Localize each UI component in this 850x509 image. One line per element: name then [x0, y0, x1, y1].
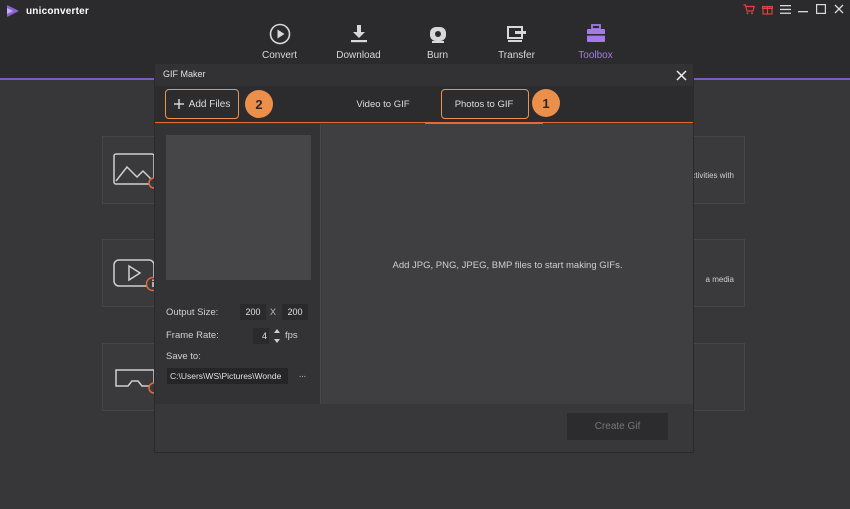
nav-burn[interactable]: Burn — [398, 22, 477, 61]
main-nav: Convert Download Burn Transfer Toolbox — [240, 22, 635, 61]
toolbox-card-text: ctivities with — [691, 171, 734, 180]
dialog-title-bar: GIF Maker — [155, 64, 693, 86]
browse-button[interactable]: ··· — [295, 368, 309, 384]
close-window-icon[interactable] — [832, 2, 846, 16]
output-size-label: Output Size: — [166, 307, 219, 318]
size-separator: X — [270, 307, 277, 317]
nav-convert-label: Convert — [261, 50, 297, 61]
menu-icon[interactable] — [778, 2, 792, 16]
frame-rate-label: Frame Rate: — [166, 330, 219, 341]
window-controls — [742, 2, 846, 16]
nav-download-label: Download — [336, 50, 381, 61]
nav-burn-label: Burn — [426, 50, 449, 61]
image-tool-icon — [113, 153, 159, 189]
settings-panel: Output Size: 200 X 200 Frame Rate: 4 fps… — [155, 124, 321, 404]
minimize-icon[interactable] — [796, 2, 810, 16]
convert-icon — [268, 22, 292, 46]
gif-preview — [166, 135, 311, 280]
save-to-label: Save to: — [166, 351, 201, 362]
toolbox-icon — [584, 22, 608, 46]
drop-area[interactable]: Add JPG, PNG, JPEG, BMP files to start m… — [322, 124, 693, 404]
fps-label: fps — [285, 330, 298, 341]
output-height-input[interactable]: 200 — [282, 304, 308, 320]
tab-video-to-gif-label: Video to GIF — [356, 99, 410, 110]
toolbox-card-text: a media — [705, 275, 734, 284]
step-marker-2: 2 — [245, 90, 273, 118]
save-path-field[interactable]: C:\Users\WS\Pictures\Wonde — [167, 368, 288, 384]
add-files-label: Add Files — [188, 98, 231, 110]
cart-icon[interactable] — [742, 2, 756, 16]
burn-icon — [426, 22, 450, 46]
tab-photos-to-gif-label: Photos to GIF — [454, 99, 514, 110]
add-files-button[interactable]: Add Files — [165, 89, 239, 119]
nav-download[interactable]: Download — [319, 22, 398, 61]
output-width-input[interactable]: 200 — [240, 304, 266, 320]
tab-photos-to-gif[interactable]: Photos to GIF — [425, 86, 543, 124]
nav-transfer[interactable]: Transfer — [477, 22, 556, 61]
nav-toolbox[interactable]: Toolbox — [556, 22, 635, 61]
vr-tool-icon — [115, 369, 159, 394]
create-gif-button[interactable]: Create Gif — [567, 413, 668, 440]
logo-icon — [7, 5, 19, 17]
video-info-tool-icon — [113, 259, 159, 292]
dialog-footer: Create Gif — [155, 404, 693, 452]
app-name: uniconverter — [26, 5, 89, 17]
close-dialog-icon[interactable] — [673, 67, 689, 83]
gif-maker-dialog: GIF Maker Add Files 2 Video to GIF Photo… — [155, 64, 693, 452]
maximize-icon[interactable] — [814, 2, 828, 16]
drop-hint-text: Add JPG, PNG, JPEG, BMP files to start m… — [392, 260, 623, 271]
app-logo: uniconverter — [6, 4, 89, 18]
nav-toolbox-label: Toolbox — [578, 50, 613, 61]
nav-transfer-label: Transfer — [498, 50, 535, 61]
frame-rate-stepper[interactable] — [273, 329, 281, 343]
gift-icon[interactable] — [760, 2, 774, 16]
dialog-title: GIF Maker — [163, 69, 206, 79]
download-icon — [347, 22, 371, 46]
frame-rate-input[interactable]: 4 — [253, 328, 269, 344]
step-marker-1: 1 — [532, 89, 560, 117]
nav-convert[interactable]: Convert — [240, 22, 319, 61]
gif-tab-bar: Add Files 2 Video to GIF Photos to GIF 1 — [155, 86, 693, 124]
transfer-icon — [505, 22, 529, 46]
plus-icon — [173, 99, 184, 109]
